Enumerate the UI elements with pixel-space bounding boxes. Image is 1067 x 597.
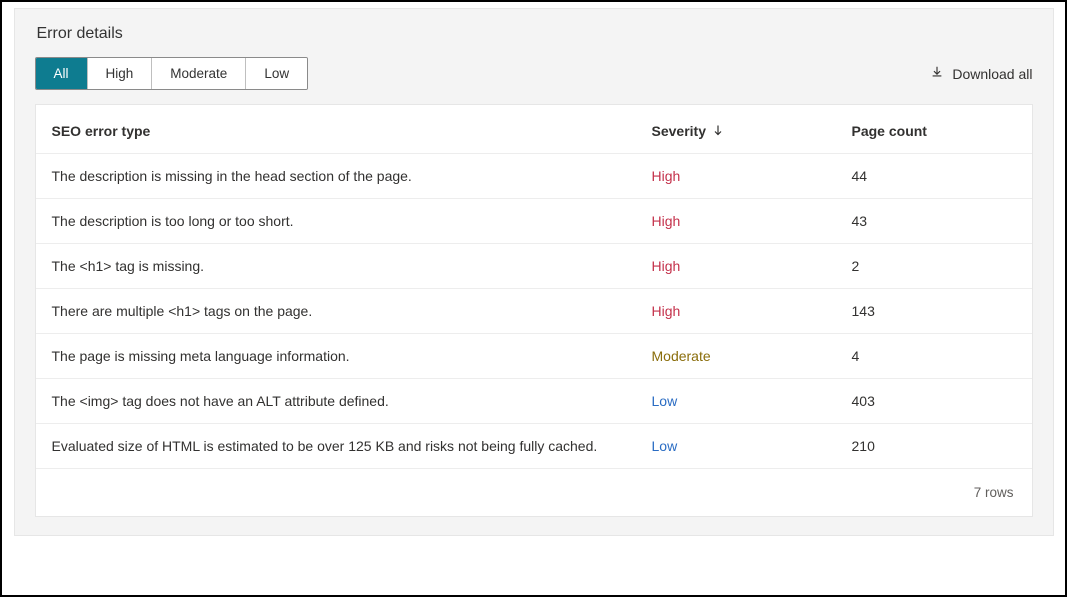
col-header-error-type[interactable]: SEO error type	[52, 123, 652, 139]
cell-severity: High	[652, 213, 852, 229]
cell-error: The <h1> tag is missing.	[52, 258, 652, 274]
cell-error: Evaluated size of HTML is estimated to b…	[52, 438, 652, 454]
toolbar: All High Moderate Low Download all	[35, 57, 1033, 90]
filter-all-button[interactable]: All	[36, 58, 88, 89]
table-row[interactable]: The <img> tag does not have an ALT attri…	[36, 379, 1032, 424]
filter-high-button[interactable]: High	[88, 58, 153, 89]
table-row[interactable]: The page is missing meta language inform…	[36, 334, 1032, 379]
cell-error: The description is missing in the head s…	[52, 168, 652, 184]
table-header-row: SEO error type Severity Page count	[36, 105, 1032, 154]
cell-count: 403	[852, 393, 1016, 409]
table-row[interactable]: The description is missing in the head s…	[36, 154, 1032, 199]
cell-severity: High	[652, 258, 852, 274]
cell-error: The description is too long or too short…	[52, 213, 652, 229]
cell-count: 143	[852, 303, 1016, 319]
seo-errors-table: SEO error type Severity Page count The d…	[35, 104, 1033, 517]
cell-count: 210	[852, 438, 1016, 454]
col-header-page-count[interactable]: Page count	[852, 123, 1016, 139]
cell-count: 2	[852, 258, 1016, 274]
cell-error: The <img> tag does not have an ALT attri…	[52, 393, 652, 409]
cell-severity: Low	[652, 438, 852, 454]
severity-filter-group: All High Moderate Low	[35, 57, 309, 90]
cell-count: 4	[852, 348, 1016, 364]
cell-severity: Moderate	[652, 348, 852, 364]
row-count-label: 7 rows	[974, 485, 1014, 500]
error-details-panel: Error details All High Moderate Low Down…	[14, 8, 1054, 536]
cell-severity: High	[652, 168, 852, 184]
table-row[interactable]: The <h1> tag is missing. High 2	[36, 244, 1032, 289]
cell-severity: Low	[652, 393, 852, 409]
col-header-severity[interactable]: Severity	[652, 123, 852, 139]
cell-count: 44	[852, 168, 1016, 184]
filter-low-button[interactable]: Low	[246, 58, 307, 89]
cell-error: The page is missing meta language inform…	[52, 348, 652, 364]
col-header-severity-label: Severity	[652, 123, 706, 139]
filter-moderate-button[interactable]: Moderate	[152, 58, 246, 89]
cell-severity: High	[652, 303, 852, 319]
table-row[interactable]: Evaluated size of HTML is estimated to b…	[36, 424, 1032, 469]
panel-title: Error details	[37, 25, 1033, 43]
download-all-label: Download all	[952, 66, 1032, 82]
cell-error: There are multiple <h1> tags on the page…	[52, 303, 652, 319]
sort-desc-icon	[712, 123, 724, 139]
table-row[interactable]: There are multiple <h1> tags on the page…	[36, 289, 1032, 334]
table-row[interactable]: The description is too long or too short…	[36, 199, 1032, 244]
cell-count: 43	[852, 213, 1016, 229]
download-icon	[930, 65, 944, 82]
table-footer: 7 rows	[36, 469, 1032, 516]
download-all-button[interactable]: Download all	[930, 65, 1032, 82]
